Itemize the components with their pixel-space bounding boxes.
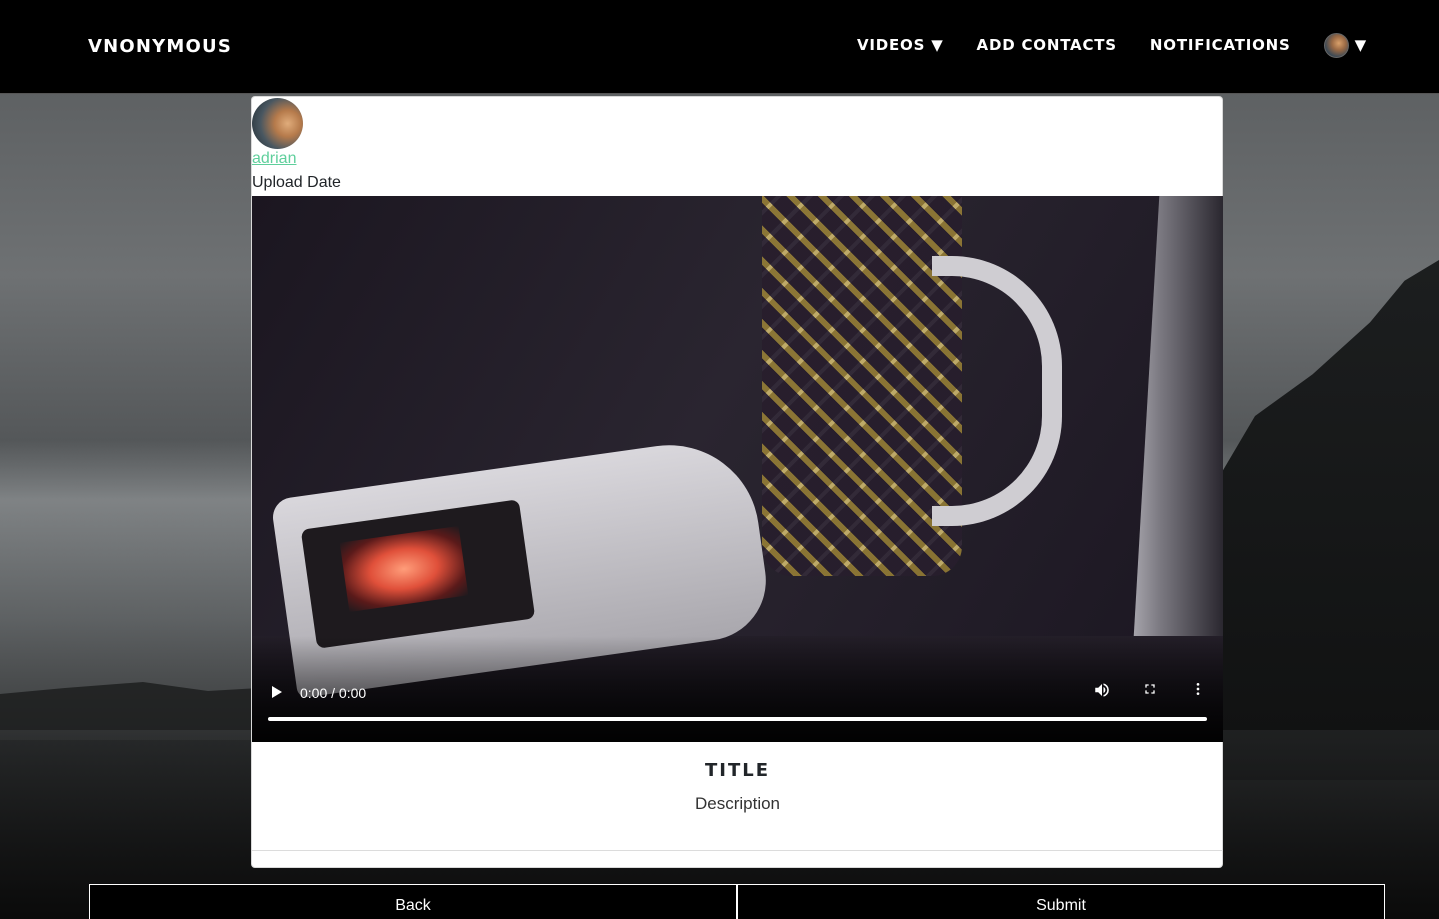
more-vertical-icon[interactable] xyxy=(1187,681,1209,703)
user-menu-dropdown[interactable]: ▼ xyxy=(1323,32,1367,58)
nav-add-contacts[interactable]: ADD CONTACTS xyxy=(977,33,1117,57)
author-avatar[interactable] xyxy=(252,98,303,149)
video-time: 0:00 / 0:00 xyxy=(300,685,367,701)
nav-links: VIDEOS ▼ ADD CONTACTS NOTIFICATIONS ▼ xyxy=(824,32,1367,58)
background-cliff xyxy=(1209,260,1439,780)
nav-notifications[interactable]: NOTIFICATIONS xyxy=(1150,33,1291,57)
video-description: Description xyxy=(694,794,781,813)
nav-videos-label: VIDEOS xyxy=(856,36,926,54)
video-seek-bar[interactable] xyxy=(268,717,1207,721)
chevron-down-icon: ▼ xyxy=(1354,36,1367,54)
play-icon[interactable] xyxy=(269,684,285,700)
author-link[interactable]: adrian xyxy=(252,150,296,168)
back-button[interactable]: Back xyxy=(89,884,737,919)
volume-icon[interactable] xyxy=(1091,681,1113,703)
card-divider xyxy=(252,850,1223,851)
nav-videos-dropdown[interactable]: VIDEOS ▼ xyxy=(857,33,944,57)
fullscreen-icon[interactable] xyxy=(1139,681,1161,703)
top-navbar: VNONYMOUS VIDEOS ▼ ADD CONTACTS NOTIFICA… xyxy=(0,0,1439,94)
video-controls-overlay xyxy=(252,636,1223,742)
video-player[interactable]: 0:00 / 0:00 xyxy=(252,196,1223,742)
video-title: TITLE xyxy=(704,760,771,781)
upload-date: Upload Date xyxy=(252,174,341,191)
video-post-card: adrian Upload Date 0:00 / 0:00 TITLE Des… xyxy=(251,96,1223,868)
user-avatar xyxy=(1323,32,1349,58)
chevron-down-icon: ▼ xyxy=(931,36,944,54)
brand-logo[interactable]: VNONYMOUS xyxy=(88,36,232,57)
submit-button[interactable]: Submit xyxy=(737,884,1385,919)
